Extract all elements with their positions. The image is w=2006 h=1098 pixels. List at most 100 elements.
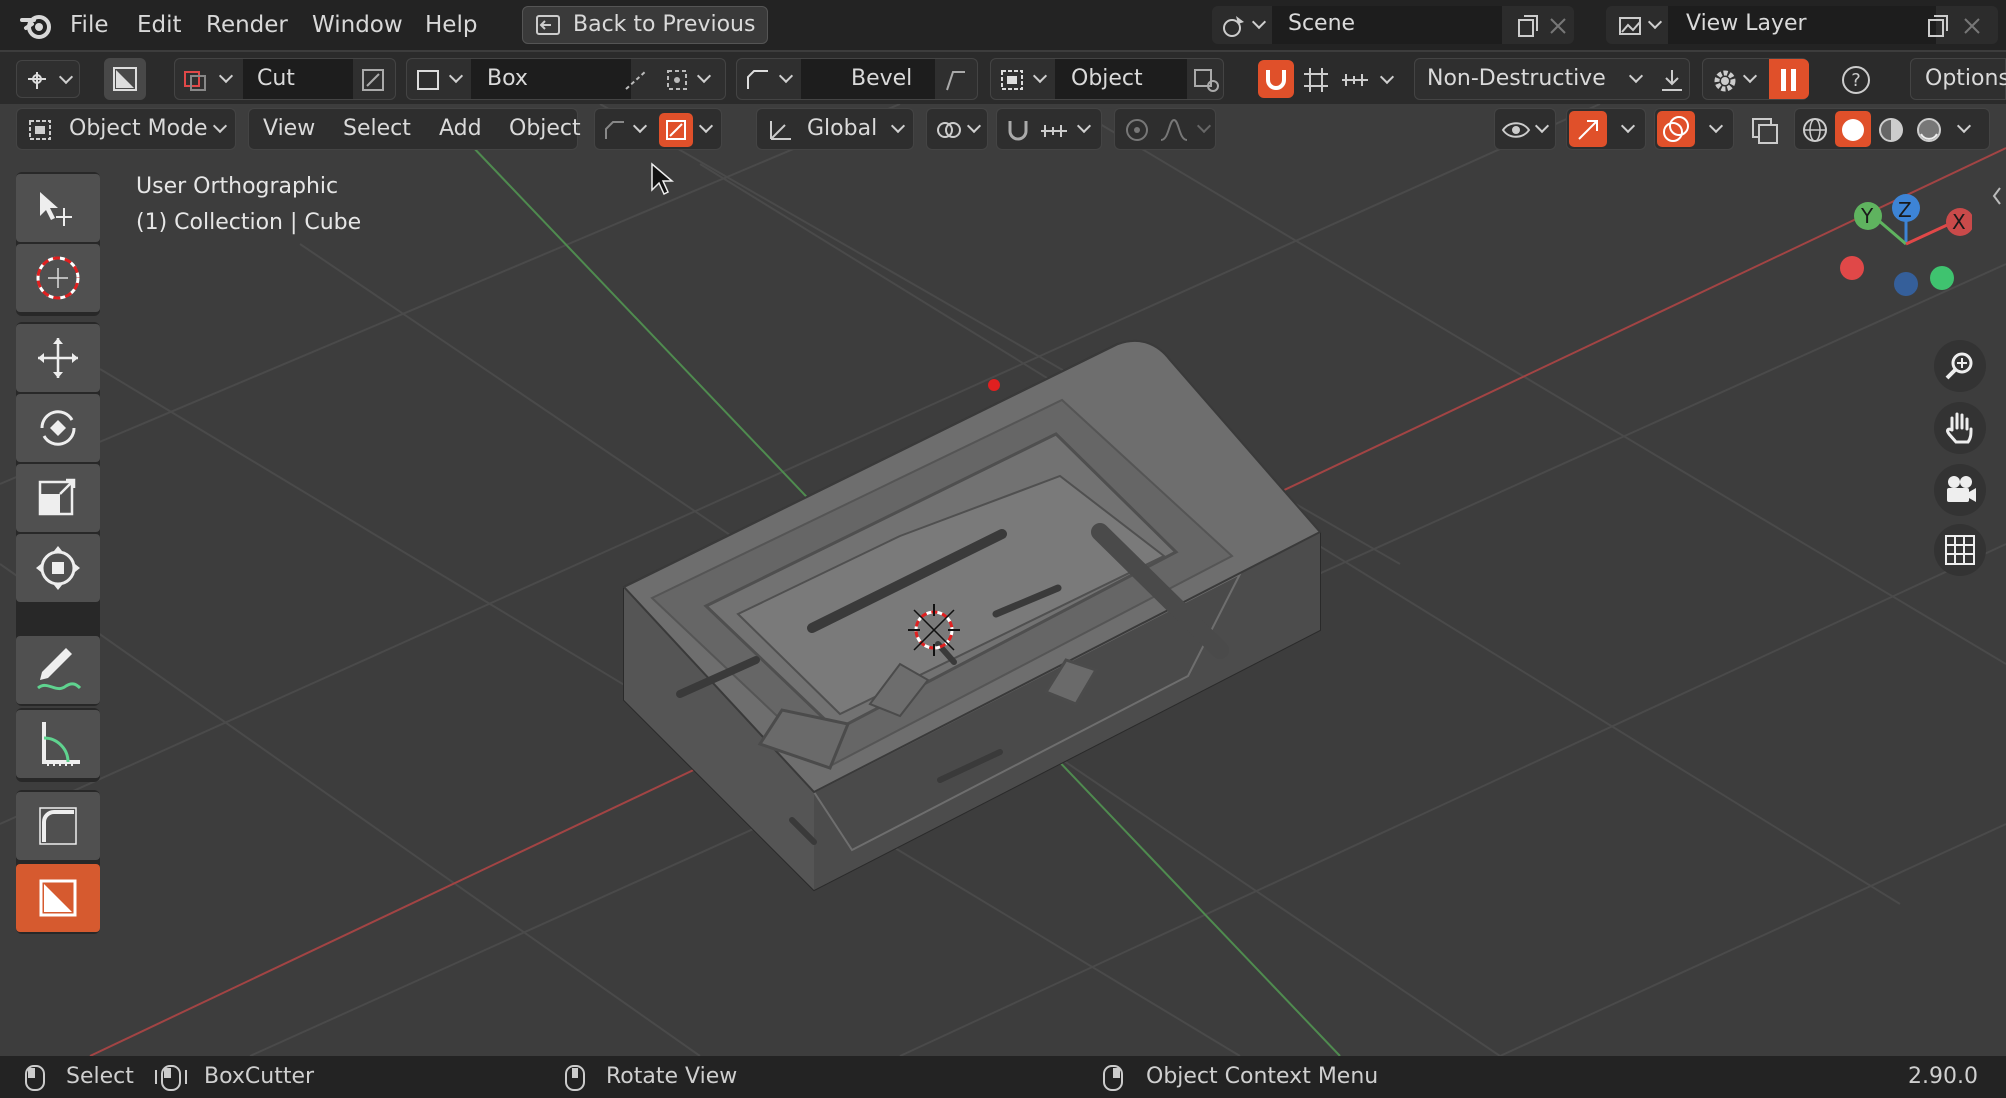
svg-text:?: ? [1851,70,1861,91]
close-icon[interactable] [1962,16,1982,36]
measure-tool[interactable] [16,710,100,778]
rotate-tool[interactable] [16,394,100,462]
help-icon[interactable]: ? [1840,64,1872,96]
snap-increment-icon[interactable] [1039,119,1069,143]
status-bar: Select BoxCutter Rotate View Object Cont… [0,1056,2006,1098]
xray-toggle-icon[interactable] [1750,116,1780,146]
menu-view[interactable]: View [263,116,315,141]
back-to-previous-button[interactable]: Back to Previous [522,6,768,44]
scale-tool[interactable] [16,464,100,532]
viewport-menu-bar: View Select Add Object [248,108,581,150]
eye-icon [1501,122,1531,138]
hand-icon [1946,412,1973,444]
menu-select[interactable]: Select [343,116,411,141]
new-view-layer-icon[interactable] [1926,14,1950,38]
zoom-button[interactable] [1934,340,1986,392]
gizmo-dropdown[interactable] [1566,108,1646,150]
transform-orientation-dropdown[interactable]: Global [756,108,914,150]
wireframe-shading-icon[interactable] [1801,116,1829,144]
falloff-curve-icon[interactable] [1159,118,1189,142]
mode-dropdown[interactable]: Non-Destructive [1414,58,1690,100]
camera-view-button[interactable] [1934,464,1986,516]
tool-dropdown[interactable] [16,60,80,98]
pause-icon [1781,69,1796,91]
3d-viewport[interactable]: Object Mode View Select Add Object Globa… [0,104,2006,1056]
snap-increment-icon[interactable] [1340,66,1370,94]
bevel-dropdown[interactable]: Bevel [736,58,978,100]
close-icon[interactable] [1548,16,1568,36]
pivot-point-icon [937,122,961,138]
annotate-pencil-icon [37,648,82,691]
scene-icon [1223,16,1244,37]
3d-cursor-tool-icon [36,256,80,300]
status-boxcutter: BoxCutter [204,1064,315,1089]
new-scene-icon[interactable] [1516,14,1540,38]
boxcutter-tool-icon[interactable] [104,58,146,100]
shading-mode-group [1794,108,1990,150]
options-button[interactable]: Options [1910,58,2006,100]
knife-icon[interactable] [361,68,385,92]
settings-dropdown[interactable] [1702,58,1809,100]
menu-file[interactable]: File [70,10,109,40]
orientation-global-icon [770,121,791,140]
hops-tool[interactable] [16,792,100,860]
cut-mode-dropdown[interactable]: Cut [174,58,396,100]
visibility-dropdown[interactable] [1494,108,1556,150]
snap-grid-icon[interactable] [1302,66,1330,94]
pan-button[interactable] [1934,402,1986,454]
menu-help[interactable]: Help [425,10,477,40]
3d-cursor-icon [908,604,960,656]
bevel-tool-icon[interactable] [603,119,627,141]
status-rotate-view: Rotate View [606,1064,738,1089]
blender-logo-icon[interactable] [20,10,54,40]
object-mode-dropdown[interactable]: Object Mode [16,108,236,150]
snap-toggle-button[interactable] [1258,60,1294,98]
bevel-angle-icon[interactable] [943,68,969,92]
transform-tool[interactable] [16,534,100,602]
rendered-shading-icon[interactable] [1915,116,1943,144]
annotate-tool[interactable] [16,636,100,704]
menu-object[interactable]: Object [509,116,581,141]
navigation-gizmo[interactable] [1822,188,1972,322]
origin-icon[interactable] [665,68,691,92]
chevron-down-icon[interactable] [1379,69,1395,85]
object-origin-dot [988,379,1000,391]
top-bar: File Edit Render Window Help Back to Pre… [0,0,2006,50]
select-box-tool[interactable] [16,174,100,242]
proportional-edit-icon[interactable] [1125,118,1149,142]
bevel-value: Bevel [851,66,913,91]
magnet-icon[interactable] [1005,117,1031,143]
shape-dropdown[interactable]: Box [406,58,726,100]
collection-info: (1) Collection | Cube [136,210,362,235]
measure-ruler-icon [42,722,80,766]
overlays-dropdown[interactable] [1654,108,1734,150]
draw-line-icon[interactable] [623,68,649,92]
solid-shading-icon[interactable] [1839,116,1867,144]
scene-selector[interactable]: Scene [1212,6,1574,44]
move-tool[interactable] [16,324,100,392]
cursor-tool[interactable] [16,244,100,312]
gizmo-icon [1578,120,1598,140]
align-grid-icon[interactable] [1193,68,1221,92]
apply-download-icon[interactable] [1659,68,1685,92]
boxcutter-header-icon[interactable] [665,119,687,141]
material-shading-icon[interactable] [1877,116,1905,144]
menu-edit[interactable]: Edit [137,10,182,40]
menu-add[interactable]: Add [439,116,482,141]
view-layer-icon [1619,17,1641,35]
menu-render[interactable]: Render [206,10,288,40]
boxcutter-tool[interactable] [16,864,100,932]
pivot-dropdown[interactable] [926,108,988,150]
mouse-middle-icon [565,1065,585,1091]
boxcutter-icon [39,879,77,917]
perspective-toggle-button[interactable] [1934,524,1986,576]
object-align-icon [1001,70,1023,90]
menu-window[interactable]: Window [312,10,403,40]
camera-icon [1947,476,1976,502]
overlays-icon [1663,116,1689,142]
snapping-group [996,108,1102,150]
zoom-magnifier-icon [1945,352,1973,380]
sidebar-toggle-icon[interactable] [1990,184,2004,208]
view-layer-selector[interactable]: View Layer [1606,6,1998,44]
alignment-dropdown[interactable]: Object [990,58,1224,100]
